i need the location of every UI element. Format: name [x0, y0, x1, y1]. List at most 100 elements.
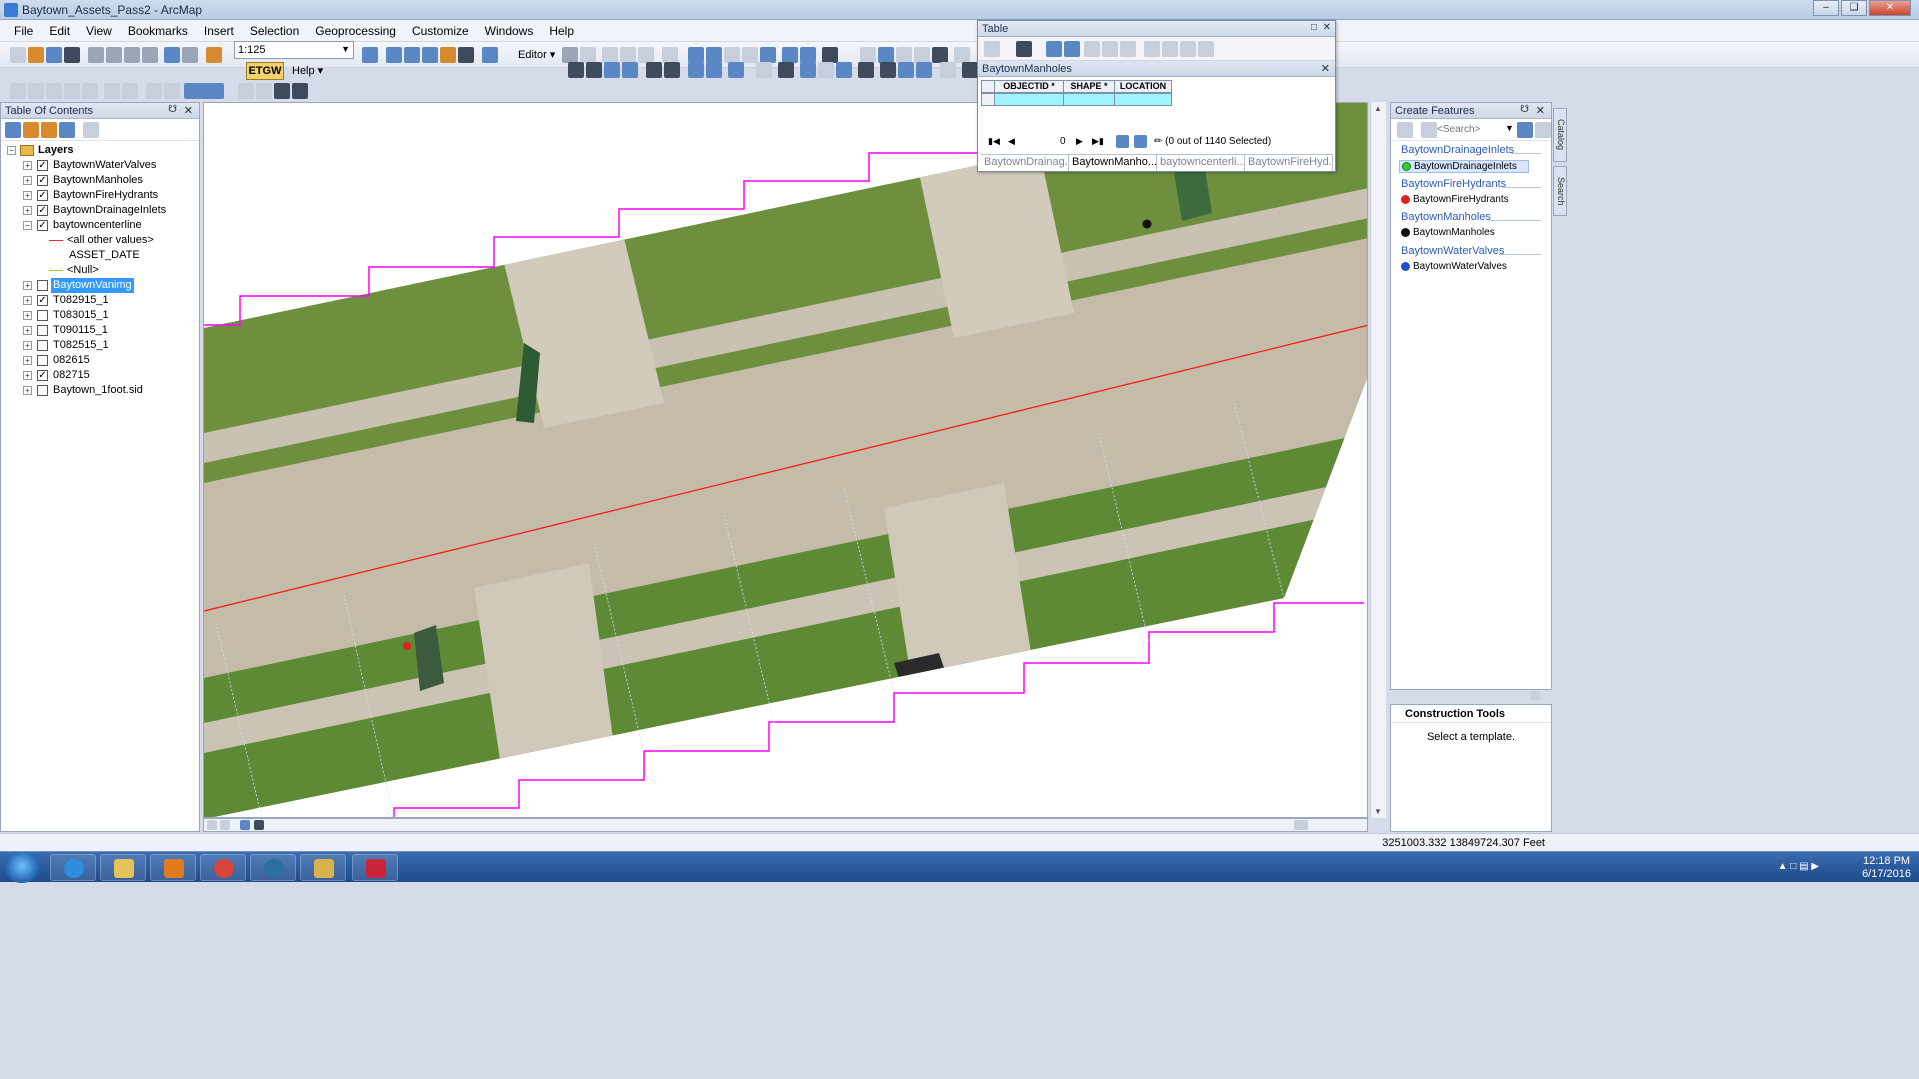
expand-icon[interactable]: + — [23, 281, 32, 290]
layer-visibility-checkbox[interactable]: ✓ — [37, 370, 48, 381]
row-selector[interactable] — [981, 93, 995, 106]
menu-help[interactable]: Help — [541, 20, 582, 42]
fixed-zoom-out-icon[interactable] — [664, 62, 680, 78]
map-canvas[interactable] — [204, 103, 1368, 818]
layer-row[interactable]: + T082515_1 — [1, 338, 191, 353]
close-icon[interactable]: ✕ — [184, 104, 193, 117]
toggle-draft-mode-icon[interactable] — [238, 83, 254, 99]
column-header-location[interactable]: LOCATION — [1114, 80, 1172, 93]
pin-icon[interactable]: ☋ — [1520, 104, 1529, 115]
delete-records-icon[interactable] — [1198, 41, 1214, 57]
expand-icon[interactable]: + — [23, 161, 32, 170]
back-extent-icon[interactable] — [688, 62, 704, 78]
related-tables-icon[interactable] — [1016, 41, 1032, 57]
layer-visibility-checkbox[interactable] — [37, 325, 48, 336]
column-header-objectid[interactable]: OBJECTID * — [994, 80, 1064, 93]
minimize-button[interactable]: – — [1813, 0, 1839, 16]
menu-view[interactable]: View — [78, 20, 120, 42]
layers-root[interactable]: − Layers — [1, 143, 191, 158]
delete-selected-icon[interactable] — [1120, 41, 1136, 57]
refresh-icon[interactable] — [240, 820, 250, 830]
etgw-button[interactable]: ETGW — [246, 62, 284, 80]
change-layout-icon[interactable] — [274, 83, 290, 99]
template-water-valves[interactable]: BaytownWaterValves — [1401, 261, 1531, 274]
list-by-visibility-icon[interactable] — [41, 122, 57, 138]
list-by-source-icon[interactable] — [23, 122, 39, 138]
catalog-tab[interactable]: Catalog — [1553, 108, 1567, 162]
taskbar-internet-explorer[interactable] — [50, 854, 96, 881]
layer-row[interactable]: + T090115_1 — [1, 323, 191, 338]
layout-zoom-in-icon[interactable] — [10, 83, 26, 99]
taskbar-arcmap[interactable] — [352, 854, 398, 881]
filter-templates-icon[interactable] — [1421, 122, 1437, 138]
menu-windows[interactable]: Windows — [477, 20, 542, 42]
last-record-icon[interactable]: ▶▮ — [1092, 136, 1104, 147]
layout-view-icon[interactable] — [220, 820, 230, 830]
show-all-records-icon[interactable] — [1116, 135, 1129, 148]
fire-hydrant-point[interactable] — [403, 642, 411, 650]
expand-icon[interactable]: + — [23, 311, 32, 320]
chevron-down-icon[interactable]: ▼ — [341, 44, 350, 54]
row-selector-header[interactable] — [981, 80, 995, 93]
cell-location[interactable] — [1114, 93, 1172, 106]
legend-class-row[interactable]: <all other values> — [1, 233, 191, 248]
taskbar-media-player[interactable] — [150, 854, 196, 881]
back-layout-icon[interactable] — [146, 83, 162, 99]
reselect-icon[interactable] — [1180, 41, 1196, 57]
expand-icon[interactable]: + — [23, 296, 32, 305]
layer-visibility-checkbox[interactable] — [37, 355, 48, 366]
legend-class-row[interactable]: <Null> — [1, 263, 191, 278]
menu-customize[interactable]: Customize — [404, 20, 477, 42]
expand-icon[interactable]: + — [23, 371, 32, 380]
fixed-zoom-in-layout-icon[interactable] — [104, 83, 120, 99]
data-driven-pages-icon[interactable] — [292, 83, 308, 99]
toc-options-icon[interactable] — [83, 122, 99, 138]
map-display[interactable] — [203, 102, 1368, 818]
list-by-selection-icon[interactable] — [59, 122, 75, 138]
search-icon[interactable] — [1517, 122, 1533, 138]
layer-visibility-checkbox[interactable] — [37, 385, 48, 396]
zoom-out-icon[interactable] — [586, 62, 602, 78]
layer-row[interactable]: + ✓ BaytownManholes — [1, 173, 191, 188]
clear-selection-icon[interactable] — [756, 62, 772, 78]
template-properties-icon[interactable] — [1535, 122, 1551, 138]
scroll-down-icon[interactable]: ▼ — [1374, 807, 1382, 816]
template-manholes[interactable]: BaytownManholes — [1401, 227, 1531, 240]
cell-shape[interactable] — [1063, 93, 1115, 106]
zoom-to-selected-icon[interactable] — [1102, 41, 1118, 57]
go-to-xy-icon[interactable] — [916, 62, 932, 78]
tab-centerline[interactable]: baytowncenterli... — [1157, 155, 1245, 171]
horizontal-scroll-thumb[interactable] — [1294, 820, 1308, 830]
fixed-zoom-in-icon[interactable] — [646, 62, 662, 78]
previous-record-icon[interactable]: ◀ — [1008, 136, 1015, 147]
select-elements-icon[interactable] — [778, 62, 794, 78]
close-button[interactable]: ✕ — [1869, 0, 1911, 16]
next-record-icon[interactable]: ▶ — [1076, 136, 1083, 147]
template-drainage-inlets[interactable]: BaytownDrainageInlets — [1399, 160, 1529, 173]
column-header-shape[interactable]: SHAPE * — [1063, 80, 1115, 93]
map-vertical-scrollbar[interactable]: ▲ ▼ — [1370, 102, 1386, 818]
menu-geoprocessing[interactable]: Geoprocessing — [307, 20, 404, 42]
system-clock[interactable]: 12:18 PM 6/17/2016 — [1862, 855, 1911, 881]
list-by-drawing-order-icon[interactable] — [5, 122, 21, 138]
fixed-zoom-out-layout-icon[interactable] — [122, 83, 138, 99]
find-route-icon[interactable] — [898, 62, 914, 78]
layer-visibility-checkbox[interactable]: ✓ — [37, 175, 48, 186]
restore-icon[interactable]: □ — [1311, 22, 1317, 33]
template-fire-hydrants[interactable]: BaytownFireHydrants — [1401, 194, 1531, 207]
template-search-input[interactable] — [1437, 122, 1507, 136]
search-tab[interactable]: Search — [1553, 166, 1567, 216]
layer-visibility-checkbox[interactable] — [37, 310, 48, 321]
identify-icon[interactable] — [800, 62, 816, 78]
split-pane-icon[interactable] — [1531, 691, 1540, 700]
forward-layout-icon[interactable] — [164, 83, 180, 99]
layer-row[interactable]: + 082615 — [1, 353, 191, 368]
first-record-icon[interactable]: ▮◀ — [988, 136, 1000, 147]
clear-selection-icon[interactable] — [1084, 41, 1100, 57]
table-options-icon[interactable] — [984, 41, 1000, 57]
start-button[interactable] — [4, 852, 40, 883]
expand-icon[interactable]: + — [23, 206, 32, 215]
expand-icon[interactable]: + — [23, 176, 32, 185]
collapse-icon[interactable]: − — [23, 221, 32, 230]
layout-zoom-combobox[interactable] — [184, 83, 224, 99]
